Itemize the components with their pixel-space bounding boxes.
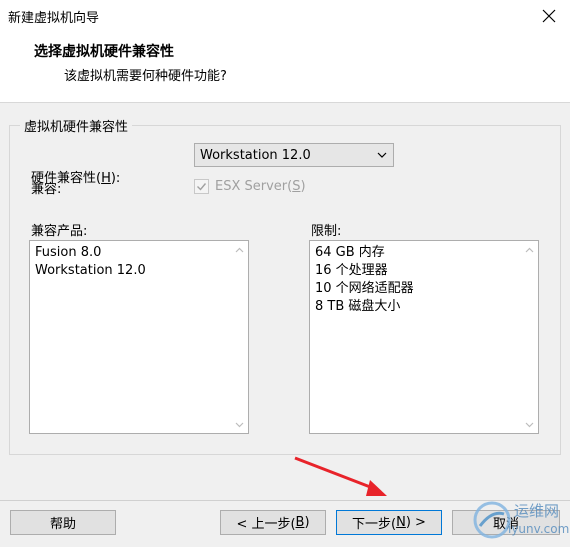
checkbox-box [194,179,209,194]
scrollbar[interactable] [521,241,538,433]
back-button[interactable]: < 上一步(B) [220,510,326,535]
watermark-text: 运维网 [514,502,560,520]
watermark-sub: iyunv.com [508,522,570,536]
compatible-label: 兼容: [31,182,62,197]
list-item: Fusion 8.0 [35,245,102,260]
list-item: 10 个网络适配器 [315,281,414,296]
page-title: 选择虚拟机硬件兼容性 [34,44,174,60]
check-icon [197,183,207,191]
scroll-up-icon[interactable] [521,241,538,258]
list-item: 64 GB 内存 [315,245,385,260]
list-item: 16 个处理器 [315,263,388,278]
compat-group: 虚拟机硬件兼容性 硬件兼容性(H): Workstation 12.0 兼容: … [9,116,561,455]
help-button[interactable]: 帮助 [10,510,116,535]
scroll-down-icon[interactable] [231,416,248,433]
close-button[interactable] [534,2,564,30]
scroll-down-icon[interactable] [521,416,538,433]
scrollbar[interactable] [231,241,248,433]
window-title: 新建虚拟机向导 [8,11,100,26]
page-subtitle: 该虚拟机需要何种硬件功能? [64,69,227,84]
chevron-down-icon [377,152,387,158]
limits-list[interactable]: 64 GB 内存 16 个处理器 10 个网络适配器 8 TB 磁盘大小 [309,240,539,434]
scroll-up-icon[interactable] [231,241,248,258]
products-list[interactable]: Fusion 8.0 Workstation 12.0 [29,240,249,434]
limits-label: 限制: [311,224,342,239]
watermark: 运维网 iyunv.com [468,496,570,544]
list-item: 8 TB 磁盘大小 [315,299,401,314]
red-arrow-annotation [294,456,387,496]
compat-select[interactable]: Workstation 12.0 [194,143,394,167]
compat-value: Workstation 12.0 [200,148,311,163]
esx-label: ESX Server(S) [215,179,306,194]
close-icon [542,9,556,23]
logo-icon [473,501,511,539]
wizard-header: 选择虚拟机硬件兼容性 该虚拟机需要何种硬件功能? [0,32,570,103]
title-bar: 新建虚拟机向导 [0,0,570,32]
wizard-body: 虚拟机硬件兼容性 硬件兼容性(H): Workstation 12.0 兼容: … [0,103,570,500]
esx-checkbox[interactable]: ESX Server(S) [194,179,306,194]
list-item: Workstation 12.0 [35,263,146,278]
products-label: 兼容产品: [31,224,88,239]
next-button[interactable]: 下一步(N) > [336,510,442,535]
group-label: 虚拟机硬件兼容性 [20,116,133,135]
